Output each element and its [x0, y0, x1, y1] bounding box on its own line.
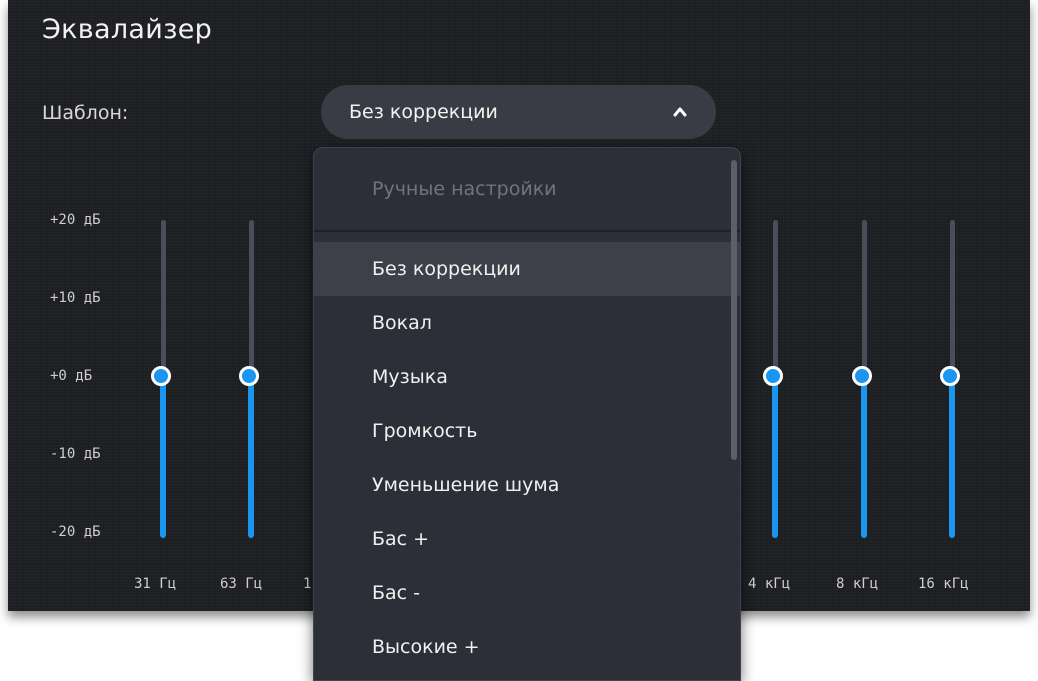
- dropdown-item-loudness[interactable]: Громкость: [314, 404, 740, 458]
- freq-label-16khz: 16 кГц: [918, 576, 969, 592]
- db-label-minus20: -20 дБ: [50, 524, 101, 540]
- freq-label-31hz: 31 Гц: [134, 576, 177, 592]
- dropdown-item-bass-plus[interactable]: Бас +: [314, 512, 740, 566]
- preset-select-value: Без коррекции: [349, 101, 498, 123]
- slider-knob[interactable]: [239, 366, 259, 386]
- band-slider-16khz[interactable]: [940, 220, 960, 538]
- db-label-plus20: +20 дБ: [50, 212, 101, 228]
- db-label-plus10: +10 дБ: [50, 290, 101, 306]
- dropdown-scrollbar[interactable]: [731, 160, 737, 460]
- slider-fill: [160, 378, 166, 538]
- dropdown-item-bass-minus[interactable]: Бас -: [314, 566, 740, 620]
- band-slider-4khz[interactable]: [763, 220, 783, 538]
- preset-label: Шаблон:: [42, 102, 129, 124]
- band-slider-31hz[interactable]: [151, 220, 171, 538]
- chevron-up-icon: [673, 107, 687, 117]
- db-label-zero: +0 дБ: [50, 368, 93, 384]
- slider-track: [249, 220, 254, 378]
- slider-knob[interactable]: [852, 366, 872, 386]
- slider-track: [773, 220, 778, 378]
- freq-label-4khz: 4 кГц: [748, 576, 791, 592]
- dropdown-item-music[interactable]: Музыка: [314, 350, 740, 404]
- slider-track: [950, 220, 955, 378]
- slider-knob[interactable]: [151, 366, 171, 386]
- slider-knob[interactable]: [763, 366, 783, 386]
- slider-fill: [861, 378, 867, 538]
- slider-fill: [248, 378, 254, 538]
- band-slider-8khz[interactable]: [852, 220, 872, 538]
- slider-knob[interactable]: [940, 366, 960, 386]
- panel-title: Эквалайзер: [42, 14, 213, 45]
- dropdown-item-vocal[interactable]: Вокал: [314, 296, 740, 350]
- freq-label-63hz: 63 Гц: [220, 576, 263, 592]
- slider-track: [161, 220, 166, 378]
- slider-fill: [949, 378, 955, 538]
- slider-track: [862, 220, 867, 378]
- dropdown-item-noise-reduction[interactable]: Уменьшение шума: [314, 458, 740, 512]
- dropdown-item-no-correction[interactable]: Без коррекции: [314, 242, 740, 296]
- dropdown-divider: [314, 230, 740, 232]
- dropdown-header-manual-settings: Ручные настройки: [372, 178, 557, 200]
- db-label-minus10: -10 дБ: [50, 446, 101, 462]
- preset-select[interactable]: Без коррекции: [321, 85, 716, 139]
- slider-fill: [772, 378, 778, 538]
- freq-label-8khz: 8 кГц: [836, 576, 879, 592]
- freq-label-partial: 1: [303, 576, 312, 592]
- band-slider-63hz[interactable]: [239, 220, 259, 538]
- preset-dropdown-menu: Ручные настройки Без коррекции Вокал Муз…: [313, 147, 741, 681]
- dropdown-item-treble-plus[interactable]: Высокие +: [314, 620, 740, 674]
